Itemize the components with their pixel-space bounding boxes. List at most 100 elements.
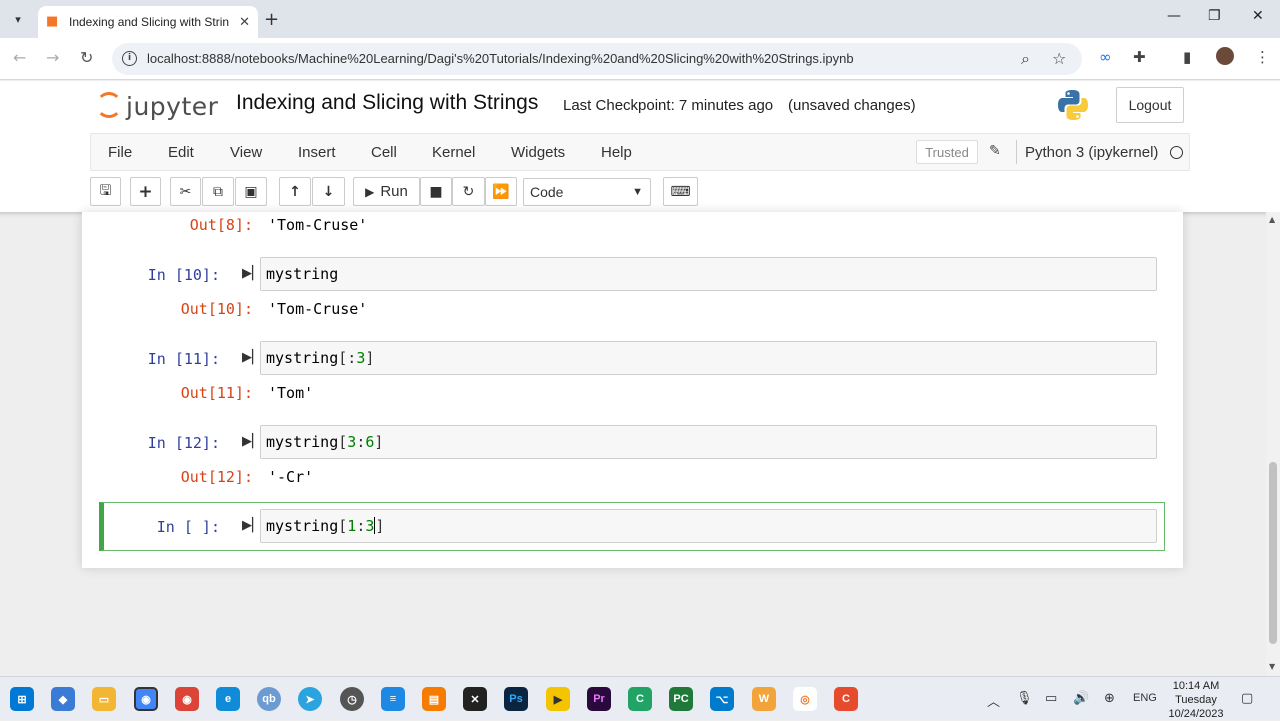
- browser-menu-icon[interactable]: ⋮: [1255, 48, 1270, 66]
- copy-button[interactable]: ⧉: [202, 177, 234, 206]
- extension-icon[interactable]: ∞: [1099, 48, 1112, 66]
- menu-cell[interactable]: Cell: [371, 144, 397, 161]
- network-globe-icon[interactable]: ⊕: [1104, 691, 1115, 706]
- interrupt-button[interactable]: ■: [420, 177, 452, 206]
- output-prompt: Out[8]:: [189, 216, 253, 234]
- move-up-button[interactable]: ↑: [279, 177, 311, 206]
- new-tab-icon[interactable]: +: [264, 9, 279, 30]
- forward-arrow-icon[interactable]: →: [46, 48, 59, 67]
- photoshop-icon[interactable]: Ps: [504, 687, 528, 711]
- camtasia-recorder-icon[interactable]: C: [834, 687, 858, 711]
- python-logo-icon: [1058, 90, 1088, 120]
- notebook-name[interactable]: Indexing and Slicing with Strings: [236, 91, 538, 115]
- edge-icon[interactable]: e: [216, 687, 240, 711]
- vscode-icon[interactable]: ⌥: [710, 687, 734, 711]
- jupyter-header: jupyter Indexing and Slicing with String…: [0, 81, 1280, 212]
- bookmark-star-icon[interactable]: ☆: [1052, 49, 1066, 68]
- menu-edit[interactable]: Edit: [168, 144, 194, 161]
- browser-tab-active[interactable]: ■ Indexing and Slicing with Strings ✕: [38, 6, 258, 38]
- menu-widgets[interactable]: Widgets: [511, 144, 565, 161]
- pycharm-icon[interactable]: PC: [669, 687, 693, 711]
- code-cell-input[interactable]: mystring[:3]: [260, 341, 1157, 375]
- code-number: 3: [356, 349, 366, 367]
- extensions-puzzle-icon[interactable]: ✚: [1133, 48, 1146, 66]
- cut-button[interactable]: ✂: [170, 177, 201, 206]
- back-arrow-icon[interactable]: ←: [13, 48, 26, 67]
- menu-bar: File Edit View Insert Cell Kernel Widget…: [90, 133, 1190, 171]
- chrome-alt-icon[interactable]: ◉: [175, 687, 199, 711]
- camtasia-icon[interactable]: C: [628, 687, 652, 711]
- kernel-name[interactable]: Python 3 (ipykernel): [1025, 144, 1158, 161]
- file-explorer-icon[interactable]: ▭: [92, 687, 116, 711]
- profile-avatar[interactable]: [1216, 47, 1234, 65]
- save-button[interactable]: 🖫: [90, 177, 121, 206]
- windows-start-icon[interactable]: ⊞: [10, 687, 34, 711]
- qbittorrent-icon[interactable]: qb: [257, 687, 281, 711]
- keyboard-icon: ⌨: [670, 183, 691, 200]
- tab-close-icon[interactable]: ✕: [239, 15, 250, 30]
- premiere-icon[interactable]: Pr: [587, 687, 611, 711]
- clock-app-icon[interactable]: ◷: [340, 687, 364, 711]
- code-cell-input[interactable]: mystring: [260, 257, 1157, 291]
- language-indicator[interactable]: ENG: [1133, 692, 1157, 704]
- run-cell-icon[interactable]: ▶▏: [242, 434, 262, 449]
- window-close-icon[interactable]: ✕: [1252, 8, 1264, 24]
- tab-search-chevron-icon[interactable]: ▾: [6, 8, 30, 30]
- cell-type-select[interactable]: Code ▼: [523, 178, 651, 206]
- menu-file[interactable]: File: [108, 144, 132, 161]
- menu-kernel[interactable]: Kernel: [432, 144, 475, 161]
- move-down-button[interactable]: ↓: [312, 177, 345, 206]
- trusted-indicator[interactable]: Trusted: [916, 140, 978, 164]
- scrollbar-thumb[interactable]: [1269, 462, 1277, 644]
- volume-icon[interactable]: 🔊: [1073, 691, 1089, 706]
- input-prompt: In [11]:: [147, 350, 220, 368]
- insert-cell-button[interactable]: +: [130, 177, 161, 206]
- logout-button[interactable]: Logout: [1116, 87, 1184, 123]
- active-code-cell-input[interactable]: mystring[1:3]: [260, 509, 1157, 543]
- notebook-scroll-area[interactable]: Out[8]: 'Tom-Cruse' In [10]: ▶▏ mystring…: [0, 212, 1266, 676]
- minimize-icon[interactable]: —: [1167, 8, 1181, 24]
- notebook-container: Out[8]: 'Tom-Cruse' In [10]: ▶▏ mystring…: [82, 212, 1183, 568]
- code-cell-input[interactable]: mystring[3:6]: [260, 425, 1157, 459]
- chrome-icon[interactable]: ◉: [134, 687, 158, 711]
- zoom-icon[interactable]: ⌕: [1021, 49, 1030, 69]
- site-info-icon[interactable]: i: [122, 51, 137, 66]
- vertical-scrollbar[interactable]: ▲ ▼: [1266, 212, 1280, 676]
- system-clock[interactable]: 10:14 AM Tuesday 10/24/2023: [1164, 679, 1228, 721]
- run-cell-icon[interactable]: ▶▏: [242, 266, 262, 281]
- arrow-down-icon: ↓: [322, 183, 335, 200]
- restart-run-all-button[interactable]: ⏩: [485, 177, 517, 206]
- jupyter-logo[interactable]: jupyter: [94, 90, 219, 124]
- code-name: mystring: [266, 433, 339, 451]
- office-icon[interactable]: ▤: [422, 687, 446, 711]
- menu-view[interactable]: View: [230, 144, 262, 161]
- app-icon[interactable]: ◆: [51, 687, 75, 711]
- reload-icon[interactable]: ↻: [80, 48, 93, 67]
- menu-insert[interactable]: Insert: [298, 144, 336, 161]
- microphone-icon[interactable]: 🎙: [1016, 691, 1033, 706]
- paste-button[interactable]: ▣: [235, 177, 267, 206]
- notification-icon[interactable]: ▢: [1241, 691, 1253, 706]
- jupyter-taskbar-icon[interactable]: ◎: [793, 687, 817, 711]
- notepad-icon[interactable]: ≡: [381, 687, 405, 711]
- restart-button[interactable]: ↻: [452, 177, 485, 206]
- scroll-down-arrow-icon[interactable]: ▼: [1269, 662, 1275, 671]
- telegram-icon[interactable]: ➤: [298, 687, 322, 711]
- menu-help[interactable]: Help: [601, 144, 632, 161]
- run-cell-icon[interactable]: ▶▏: [242, 350, 262, 365]
- run-button[interactable]: ▶ Run: [353, 177, 420, 206]
- run-cell-icon[interactable]: ▶▏: [242, 518, 262, 533]
- address-bar[interactable]: i localhost:8888/notebooks/Machine%20Lea…: [112, 43, 1082, 75]
- scroll-up-arrow-icon[interactable]: ▲: [1269, 215, 1275, 224]
- output-prompt: Out[10]:: [180, 300, 253, 318]
- command-palette-button[interactable]: ⌨: [663, 177, 698, 206]
- word-icon[interactable]: W: [752, 687, 776, 711]
- tray-chevron-up-icon[interactable]: ︿: [987, 691, 1000, 710]
- capcut-icon[interactable]: ✕: [463, 687, 487, 711]
- battery-icon[interactable]: ▭: [1045, 691, 1057, 706]
- media-player-icon[interactable]: ▶: [546, 687, 570, 711]
- code-bracket-close: ]: [365, 349, 375, 367]
- restore-icon[interactable]: ❐: [1208, 8, 1221, 24]
- side-panel-icon[interactable]: ▮: [1183, 48, 1191, 66]
- url-text[interactable]: localhost:8888/notebooks/Machine%20Learn…: [147, 51, 854, 66]
